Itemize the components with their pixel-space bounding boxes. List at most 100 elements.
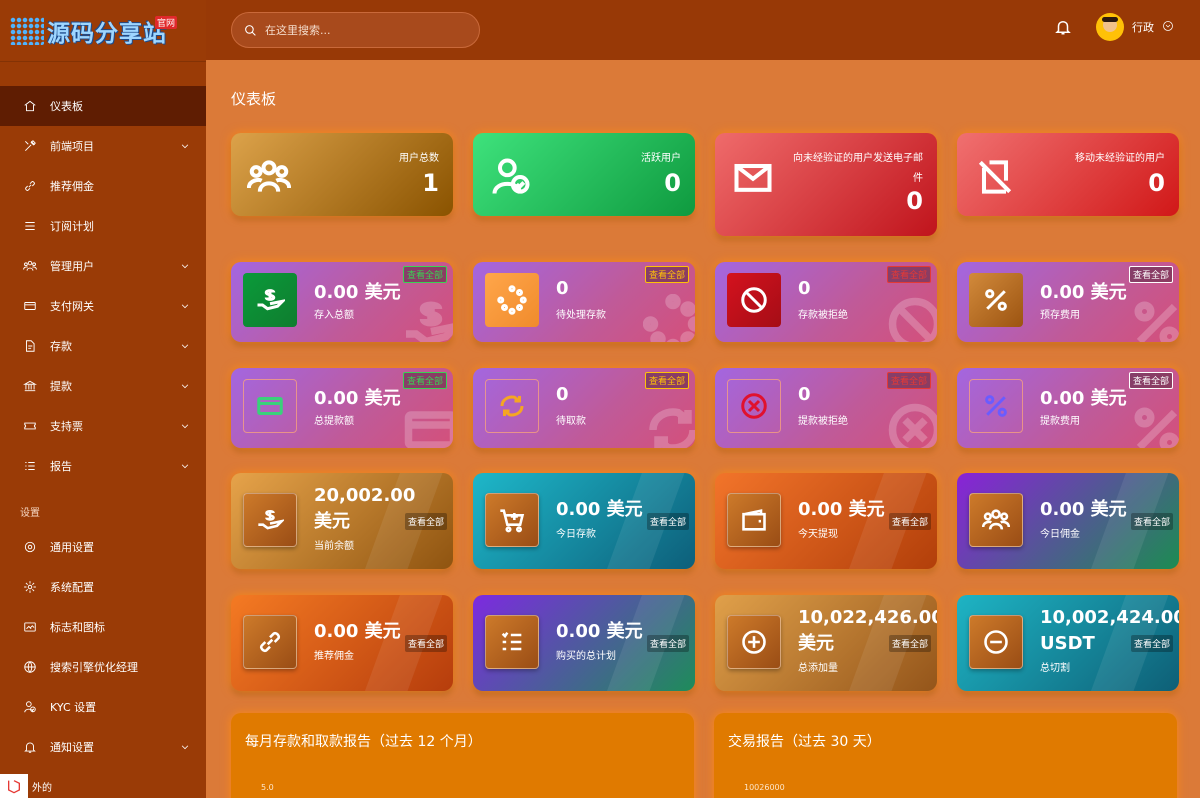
summary-label: 购买的总计划 (556, 651, 616, 662)
view-all-link[interactable]: 查看全部 (888, 513, 931, 530)
sidebar-item[interactable]: 订阅计划 (0, 206, 206, 246)
sidebar-item[interactable]: 支付网关 (0, 286, 206, 326)
stat-card-title: 活跃用户 (641, 153, 681, 164)
view-all-link[interactable]: 查看全部 (404, 635, 447, 652)
summary-card[interactable]: 0.00 美元 购买的总计划 查看全部 (473, 595, 695, 691)
sidebar-item[interactable]: 通用设置 (0, 527, 206, 567)
view-all-link[interactable]: 查看全部 (886, 266, 931, 283)
sidebar-item[interactable]: KYC 设置 (0, 687, 206, 727)
widget-card[interactable]: 0 待取款 查看全部 (473, 368, 695, 448)
cog-circle-icon (22, 539, 38, 555)
summary-label: 推荐佣金 (314, 651, 354, 662)
stat-card[interactable]: 用户总数 1 (231, 133, 453, 216)
notification-bell-icon[interactable] (1054, 18, 1072, 38)
view-all-link[interactable]: 查看全部 (1130, 635, 1173, 652)
chart-transaction-report: 交易报告（过去 30 天） 10026000 (714, 713, 1177, 798)
sidebar-item[interactable]: 报告 (0, 446, 206, 486)
view-all-link[interactable]: 查看全部 (402, 372, 447, 389)
avatar (1096, 13, 1124, 41)
chart-title: 每月存款和取款报告（过去 12 个月） (245, 734, 482, 750)
view-all-link[interactable]: 查看全部 (404, 513, 447, 530)
view-all-link[interactable]: 查看全部 (1128, 266, 1173, 283)
summary-card[interactable]: 20,002.00 美元 当前余额 查看全部 (231, 473, 453, 569)
ban-icon (885, 294, 937, 342)
view-all-link[interactable]: 查看全部 (646, 635, 689, 652)
sidebar-item-label: 提款 (50, 380, 72, 393)
search-input[interactable] (265, 23, 465, 37)
view-all-link[interactable]: 查看全部 (644, 372, 689, 389)
view-all-link[interactable]: 查看全部 (646, 513, 689, 530)
sidebar-item-label: KYC 设置 (50, 701, 97, 714)
search-box[interactable] (231, 12, 480, 48)
sidebar-item[interactable]: 提款 (0, 366, 206, 406)
sidebar-item-label: 通用设置 (50, 541, 94, 554)
sidebar-item[interactable]: 系统配置 (0, 567, 206, 607)
widget-label: 待处理存款 (556, 310, 606, 321)
home-icon (22, 98, 38, 114)
widget-card[interactable]: 0.00 美元 总提款额 查看全部 (231, 368, 453, 448)
widget-card[interactable]: 0.00 美元 存入总额 查看全部 (231, 262, 453, 342)
widget-card[interactable]: 0.00 美元 提款费用 查看全部 (957, 368, 1179, 448)
stat-card[interactable]: 向未经验证的用户发送电子邮件 0 (715, 133, 937, 236)
summary-card[interactable]: 0.00 美元 今日佣金 查看全部 (957, 473, 1179, 569)
user-menu[interactable]: 行政 (1096, 13, 1174, 41)
summary-card[interactable]: 0.00 美元 今天提现 查看全部 (715, 473, 937, 569)
times-circle-icon (885, 400, 937, 448)
widget-value: 0.00 美元 (1040, 282, 1127, 303)
stat-card[interactable]: 移动未经验证的用户 0 (957, 133, 1179, 216)
credit-card-icon (401, 400, 453, 448)
widget-card[interactable]: 0 提款被拒绝 查看全部 (715, 368, 937, 448)
sidebar-item[interactable]: 仪表板 (0, 86, 206, 126)
sidebar-item[interactable]: 前端项目 (0, 126, 206, 166)
view-all-link[interactable]: 查看全部 (1130, 513, 1173, 530)
report-icon (22, 458, 38, 474)
view-all-link[interactable]: 查看全部 (402, 266, 447, 283)
chevron-down-icon (180, 141, 190, 151)
sidebar-item[interactable]: 标志和图标 (0, 607, 206, 647)
top-header: 行政 (206, 0, 1200, 60)
summary-card[interactable]: 0.00 美元 今日存款 查看全部 (473, 473, 695, 569)
page-title: 仪表板 (231, 90, 277, 108)
summary-card[interactable]: 0.00 美元 推荐佣金 查看全部 (231, 595, 453, 691)
stat-card[interactable]: 活跃用户 0 (473, 133, 695, 216)
widget-card[interactable]: 0.00 美元 预存费用 查看全部 (957, 262, 1179, 342)
link-icon (243, 615, 297, 669)
hand-dollar-icon (401, 294, 453, 342)
sidebar-item[interactable]: 支持票 (0, 406, 206, 446)
summary-card[interactable]: 10,002,424.00 USDT 总切割 查看全部 (957, 595, 1179, 691)
widget-value: 0.00 美元 (314, 388, 401, 409)
globe-icon (22, 659, 38, 675)
view-all-link[interactable]: 查看全部 (888, 635, 931, 652)
stat-card-value: 0 (1148, 169, 1165, 197)
stat-card-value: 0 (664, 169, 681, 197)
view-all-link[interactable]: 查看全部 (644, 266, 689, 283)
sidebar-item-label: 报告 (50, 460, 72, 473)
percent-icon (1127, 294, 1179, 342)
sidebar-section-settings: 设置 (20, 508, 40, 519)
chart-title: 交易报告（过去 30 天） (728, 734, 881, 750)
chevron-down-icon (1162, 20, 1174, 35)
summary-value: 0.00 美元 (556, 499, 643, 520)
widget-card[interactable]: 0 存款被拒绝 查看全部 (715, 262, 937, 342)
view-all-link[interactable]: 查看全部 (1128, 372, 1173, 389)
view-all-link[interactable]: 查看全部 (886, 372, 931, 389)
summary-label: 总切割 (1040, 663, 1070, 674)
brand-logo[interactable]: 源码分享站 官网 (0, 0, 206, 62)
sidebar-item[interactable]: 管理用户 (0, 246, 206, 286)
image-icon (22, 619, 38, 635)
times-circle-icon (727, 379, 781, 433)
logo-icon (10, 16, 44, 45)
sidebar-item[interactable]: 存款 (0, 326, 206, 366)
widget-card[interactable]: 0 待处理存款 查看全部 (473, 262, 695, 342)
chart-y-tick: 10026000 (744, 783, 785, 792)
summary-card[interactable]: 10,022,426.00 美元 总添加量 查看全部 (715, 595, 937, 691)
spinner-icon (642, 293, 695, 342)
search-icon (245, 24, 256, 36)
users-icon (969, 493, 1023, 547)
ticket-icon (22, 418, 38, 434)
sidebar-item[interactable]: 通知设置 (0, 727, 206, 767)
sidebar-item[interactable]: 搜索引擎优化经理 (0, 647, 206, 687)
users-icon (246, 155, 292, 199)
widget-label: 待取款 (556, 416, 586, 427)
sidebar-item[interactable]: 推荐佣金 (0, 166, 206, 206)
